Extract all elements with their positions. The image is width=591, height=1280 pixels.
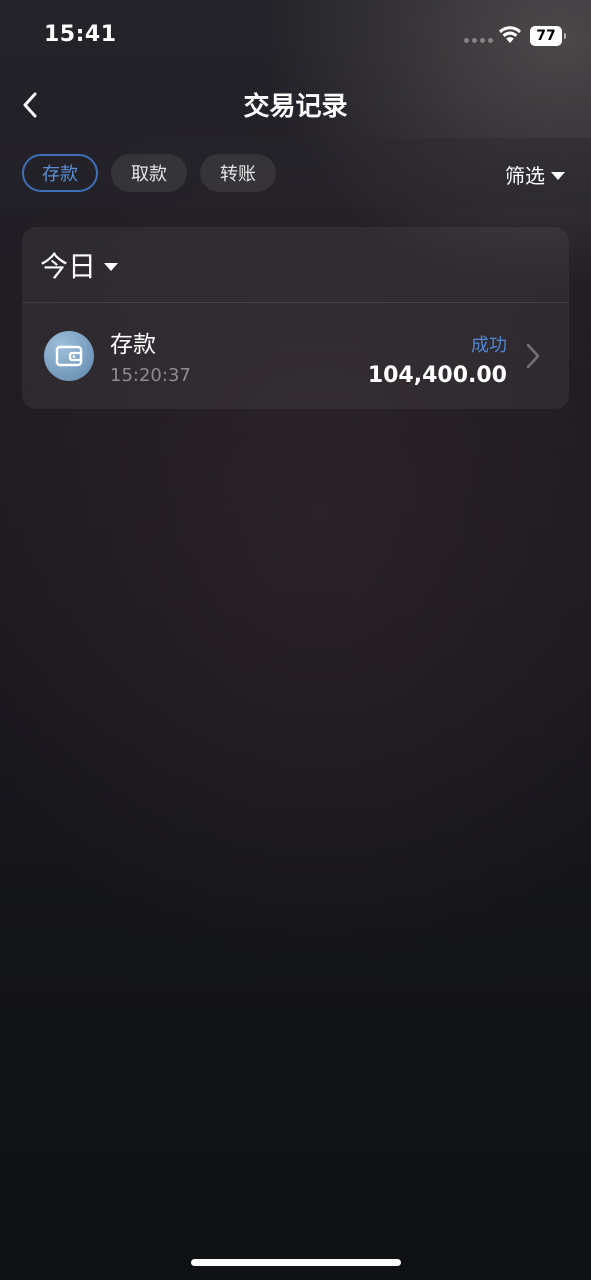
page-title: 交易记录	[243, 92, 348, 122]
tab-bar: 存款 取款 转账 筛选	[0, 138, 591, 208]
wallet-icon	[44, 331, 94, 381]
transaction-type: 存款	[110, 332, 156, 358]
nav-bar: 交易记录	[0, 72, 591, 138]
transaction-row[interactable]: 存款 15:20:37 成功 104,400.00	[22, 303, 569, 408]
tab-withdraw[interactable]: 取款	[111, 154, 187, 192]
status-time: 15:41	[44, 22, 117, 47]
battery-icon: 77	[530, 26, 566, 46]
filter-button[interactable]: 筛选	[505, 160, 565, 189]
date-label: 今日	[40, 249, 97, 283]
tab-transfer[interactable]: 转账	[200, 154, 276, 192]
filter-label: 筛选	[505, 164, 545, 188]
status-bar: 15:41 77	[0, 0, 591, 72]
date-selector[interactable]: 今日	[22, 227, 569, 303]
tab-deposit[interactable]: 存款	[22, 154, 98, 192]
transaction-amount: 104,400.00	[367, 363, 507, 388]
home-indicator[interactable]	[191, 1259, 401, 1266]
wifi-icon	[499, 26, 521, 43]
caret-down-icon	[104, 262, 119, 271]
caret-down-icon	[551, 171, 565, 180]
transaction-status: 成功	[471, 335, 507, 356]
battery-level: 77	[536, 28, 556, 44]
chevron-right-icon	[526, 343, 540, 369]
transaction-group-card: 今日 存款 15:20:37 成功 104,400.00	[22, 227, 569, 409]
transaction-time: 15:20:37	[110, 365, 191, 386]
cellular-signal-icon	[464, 38, 493, 43]
